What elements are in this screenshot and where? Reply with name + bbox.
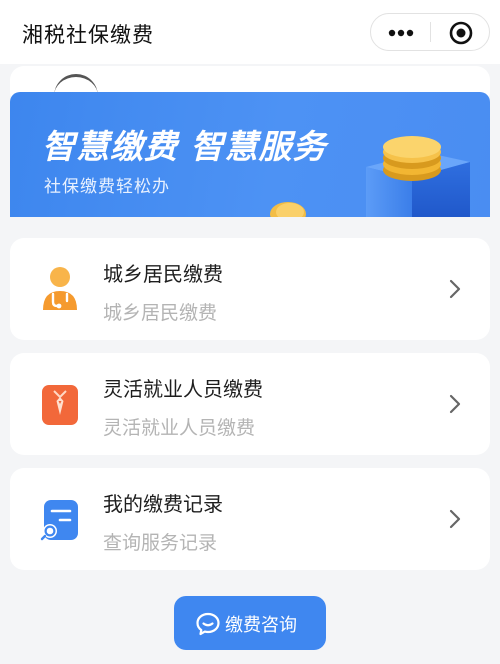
service-card-flexible-employment[interactable]: 灵活就业人员缴费 灵活就业人员缴费 — [10, 353, 490, 455]
top-nav-bar: 湘税社保缴费 — [0, 0, 500, 64]
banner-subtitle: 社保缴费轻松办 — [44, 177, 170, 197]
close-button[interactable] — [431, 14, 489, 50]
service-card-resident[interactable]: 城乡居民缴费 城乡居民缴费 — [10, 238, 490, 340]
card-title: 灵活就业人员缴费 — [103, 377, 263, 401]
more-dots-icon — [388, 29, 414, 37]
employee-tie-icon — [42, 385, 78, 425]
chevron-right-icon — [449, 279, 461, 299]
card-title: 我的缴费记录 — [103, 492, 223, 516]
chevron-right-icon — [449, 394, 461, 414]
consult-button-label: 缴费咨询 — [225, 615, 297, 636]
chevron-right-icon — [449, 509, 461, 529]
target-close-icon — [449, 21, 473, 45]
service-card-payment-records[interactable]: 我的缴费记录 查询服务记录 — [10, 468, 490, 570]
resident-person-icon — [43, 267, 77, 310]
chat-bubble-icon — [196, 612, 220, 636]
card-subtitle: 城乡居民缴费 — [103, 302, 218, 324]
card-subtitle: 查询服务记录 — [103, 532, 218, 554]
more-button[interactable] — [371, 14, 430, 50]
consult-button[interactable]: 缴费咨询 — [174, 596, 326, 650]
record-search-icon — [40, 500, 78, 541]
banner-title: 智慧缴费 智慧服务 — [42, 127, 327, 166]
app-title: 湘税社保缴费 — [22, 23, 154, 47]
promo-banner[interactable]: 智慧缴费 智慧服务 社保缴费轻松办 — [10, 92, 490, 217]
card-title: 城乡居民缴费 — [103, 262, 223, 286]
card-subtitle: 灵活就业人员缴费 — [103, 417, 256, 439]
mini-program-capsule — [370, 13, 490, 51]
